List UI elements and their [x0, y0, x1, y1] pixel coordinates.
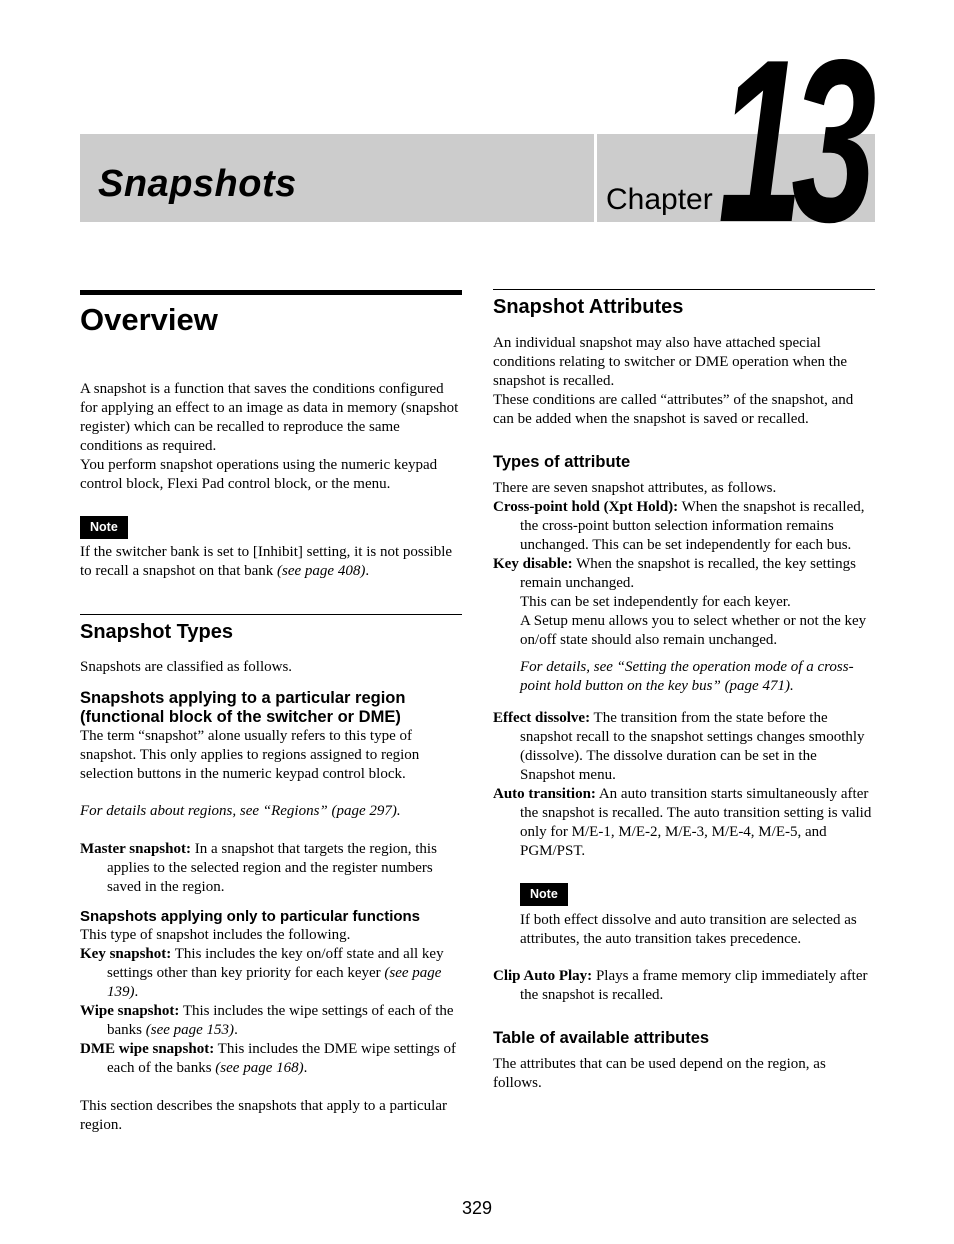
left-column: Overview A snapshot is a function that s…	[80, 290, 462, 1135]
page-reference[interactable]: (see page 168)	[215, 1060, 303, 1076]
overview-paragraph: You perform snapshot operations using th…	[80, 457, 438, 492]
key-snapshot-item: Key snapshot: This includes the key on/o…	[80, 946, 444, 1000]
wipe-snapshot-item: Wipe snapshot: This includes the wipe se…	[80, 1003, 454, 1038]
page-reference[interactable]: (see page 153)	[146, 1022, 234, 1038]
section-rule	[80, 290, 462, 295]
table-of-attributes-heading: Table of available attributes	[493, 1029, 710, 1047]
key-disable-item: Key disable: When the snapshot is recall…	[493, 556, 856, 591]
key-disable-detail: This can be set independently for each k…	[520, 594, 791, 610]
types-of-attribute-heading: Types of attribute	[493, 453, 631, 471]
master-snapshot-item: Master snapshot: In a snapshot that targ…	[80, 841, 437, 895]
key-disable-detail: A Setup menu allows you to select whethe…	[520, 613, 867, 648]
right-column: Snapshot Attributes An individual snapsh…	[493, 289, 875, 1093]
note-badge: Note	[80, 516, 128, 539]
dme-wipe-snapshot-item: DME wipe snapshot: This includes the DME…	[80, 1041, 456, 1076]
chapter-title: Snapshots	[98, 163, 297, 205]
note-text: If the switcher bank is set to [Inhibit]…	[80, 544, 453, 579]
effect-dissolve-item: Effect dissolve: The transition from the…	[493, 710, 865, 783]
types-intro: Snapshots are classified as follows.	[80, 659, 293, 675]
chapter-label: Chapter	[606, 183, 713, 216]
xpt-hold-item: Cross-point hold (Xpt Hold): When the sn…	[493, 499, 865, 553]
note-text: If both effect dissolve and auto transit…	[520, 912, 857, 947]
functions-subheading: Snapshots applying only to particular fu…	[80, 908, 421, 925]
region-text: The term “snapshot” alone usually refers…	[80, 728, 420, 782]
table-intro: The attributes that can be used depend o…	[493, 1056, 826, 1091]
snapshot-attributes-heading: Snapshot Attributes	[493, 296, 684, 318]
chapter-number: 13	[718, 12, 876, 271]
auto-transition-item: Auto transition: An auto transition star…	[493, 786, 872, 859]
section-rule	[80, 614, 462, 615]
types-closing: This section describes the snapshots tha…	[80, 1098, 447, 1133]
clip-auto-play-item: Clip Auto Play: Plays a frame memory cli…	[493, 968, 868, 1003]
note-badge: Note	[520, 883, 568, 906]
snapshot-types-heading: Snapshot Types	[80, 621, 233, 643]
regions-reference[interactable]: For details about regions, see “Regions”…	[80, 802, 462, 821]
page-reference[interactable]: (see page 408)	[277, 563, 365, 579]
page-number: 329	[461, 1198, 493, 1218]
functions-intro: This type of snapshot includes the follo…	[80, 927, 351, 943]
region-subheading: Snapshots applying to a particular regio…	[80, 689, 406, 726]
attribute-intro: There are seven snapshot attributes, as …	[493, 480, 777, 496]
overview-paragraph: A snapshot is a function that saves the …	[80, 381, 459, 454]
xpt-hold-reference[interactable]: For details, see “Setting the operation …	[493, 658, 875, 696]
attributes-paragraph: These conditions are called “attributes”…	[493, 392, 854, 427]
attributes-paragraph: An individual snapshot may also have att…	[493, 335, 848, 389]
overview-heading: Overview	[80, 302, 218, 337]
section-rule	[493, 289, 875, 290]
